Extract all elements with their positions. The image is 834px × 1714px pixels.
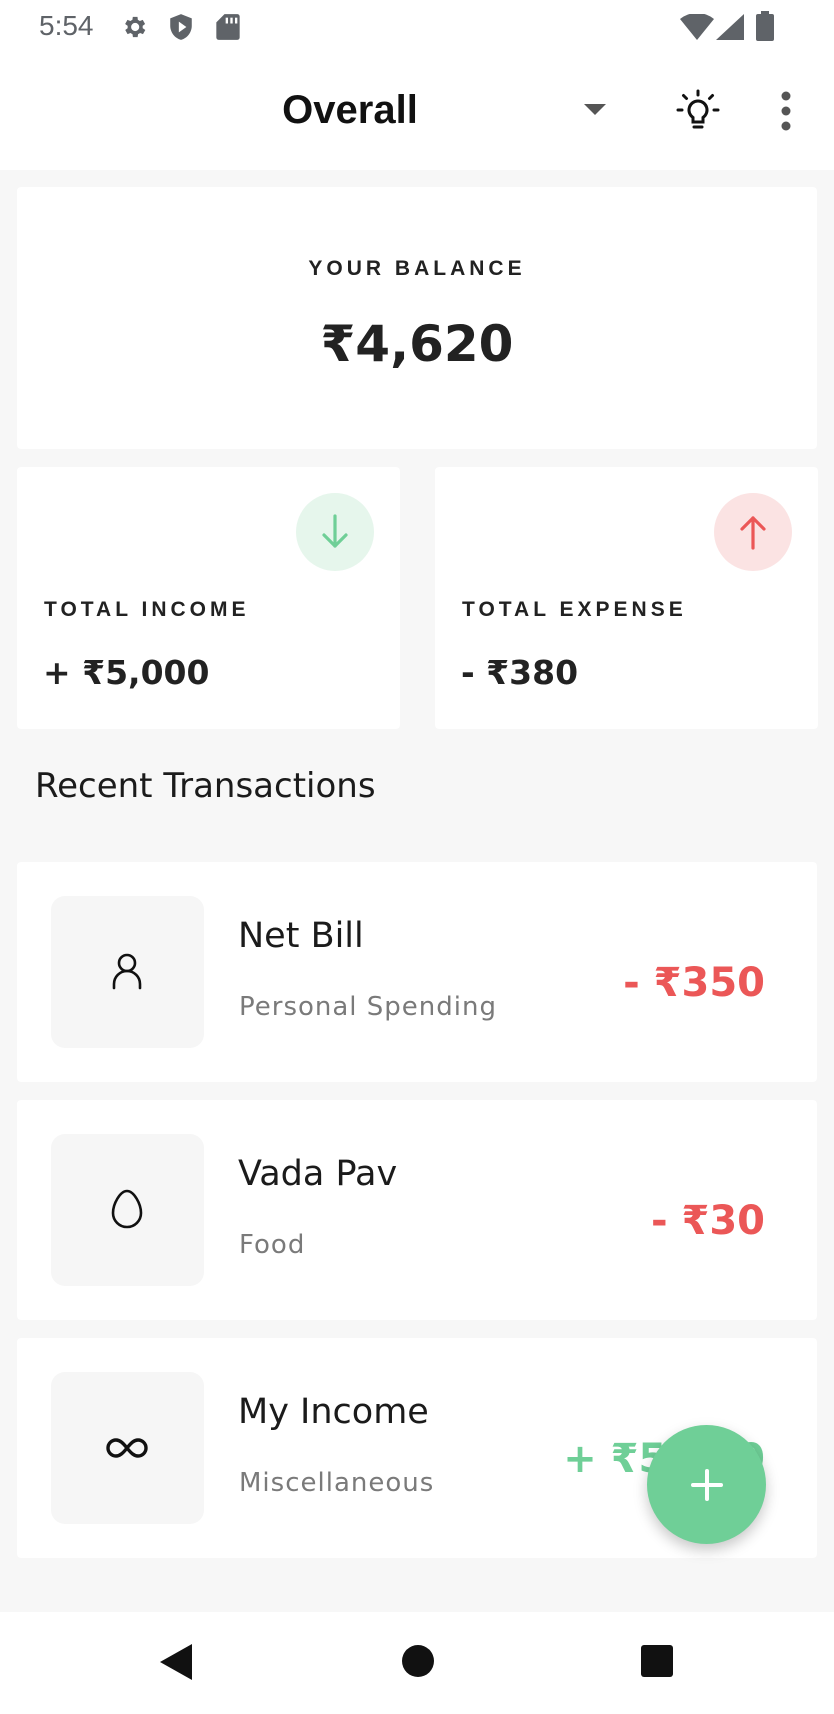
category-icon-box <box>51 896 204 1048</box>
recent-transactions-heading: Recent Transactions <box>35 766 376 806</box>
transaction-title: Vada Pav <box>238 1154 398 1194</box>
app-bar: Overall <box>0 52 834 170</box>
dropdown-arrow-icon[interactable] <box>584 104 606 115</box>
arrow-up-icon <box>740 516 766 550</box>
total-expense-label: TOTAL EXPENSE <box>462 598 687 621</box>
total-expense-card[interactable]: TOTAL EXPENSE - ₹380 <box>435 467 818 729</box>
back-icon[interactable] <box>158 1642 194 1682</box>
category-icon-box <box>51 1372 204 1524</box>
balance-card: YOUR BALANCE ₹4,620 <box>17 187 817 449</box>
plus-icon <box>691 1469 723 1501</box>
transaction-category: Miscellaneous <box>239 1468 435 1498</box>
balance-label: YOUR BALANCE <box>308 257 526 280</box>
total-expense-value: - ₹380 <box>461 653 579 692</box>
total-income-card[interactable]: TOTAL INCOME + ₹5,000 <box>17 467 400 729</box>
sd-card-icon <box>216 14 240 40</box>
transaction-title: Net Bill <box>238 916 364 956</box>
system-nav-bar <box>0 1612 834 1714</box>
total-income-value: + ₹5,000 <box>43 653 210 692</box>
wifi-icon <box>680 14 714 40</box>
transaction-amount: - ₹350 <box>623 960 765 1006</box>
transaction-title: My Income <box>238 1392 429 1432</box>
infinity-icon <box>106 1438 148 1458</box>
transaction-category: Food <box>239 1230 306 1260</box>
expense-badge <box>714 493 792 571</box>
income-badge <box>296 493 374 571</box>
status-time: 5:54 <box>39 10 94 41</box>
total-income-label: TOTAL INCOME <box>44 598 250 621</box>
balance-value: ₹4,620 <box>320 315 514 373</box>
home-icon[interactable] <box>401 1644 435 1678</box>
more-vert-icon[interactable] <box>775 90 797 132</box>
egg-icon <box>111 1189 143 1229</box>
transaction-amount: - ₹30 <box>650 1198 765 1244</box>
person-icon <box>112 953 142 990</box>
battery-icon <box>756 11 774 41</box>
signal-icon <box>716 14 744 40</box>
transaction-category: Personal Spending <box>239 992 497 1022</box>
gear-icon <box>125 16 146 38</box>
shield-icon <box>170 14 192 40</box>
arrow-down-icon <box>322 514 348 548</box>
transaction-item[interactable]: Net Bill Personal Spending - ₹350 <box>17 862 817 1082</box>
recents-icon[interactable] <box>640 1644 674 1678</box>
lightbulb-icon[interactable] <box>674 88 722 136</box>
add-transaction-button[interactable] <box>647 1425 766 1544</box>
status-bar: 5:54 <box>0 0 834 52</box>
transaction-item[interactable]: Vada Pav Food - ₹30 <box>17 1100 817 1320</box>
category-icon-box <box>51 1134 204 1286</box>
